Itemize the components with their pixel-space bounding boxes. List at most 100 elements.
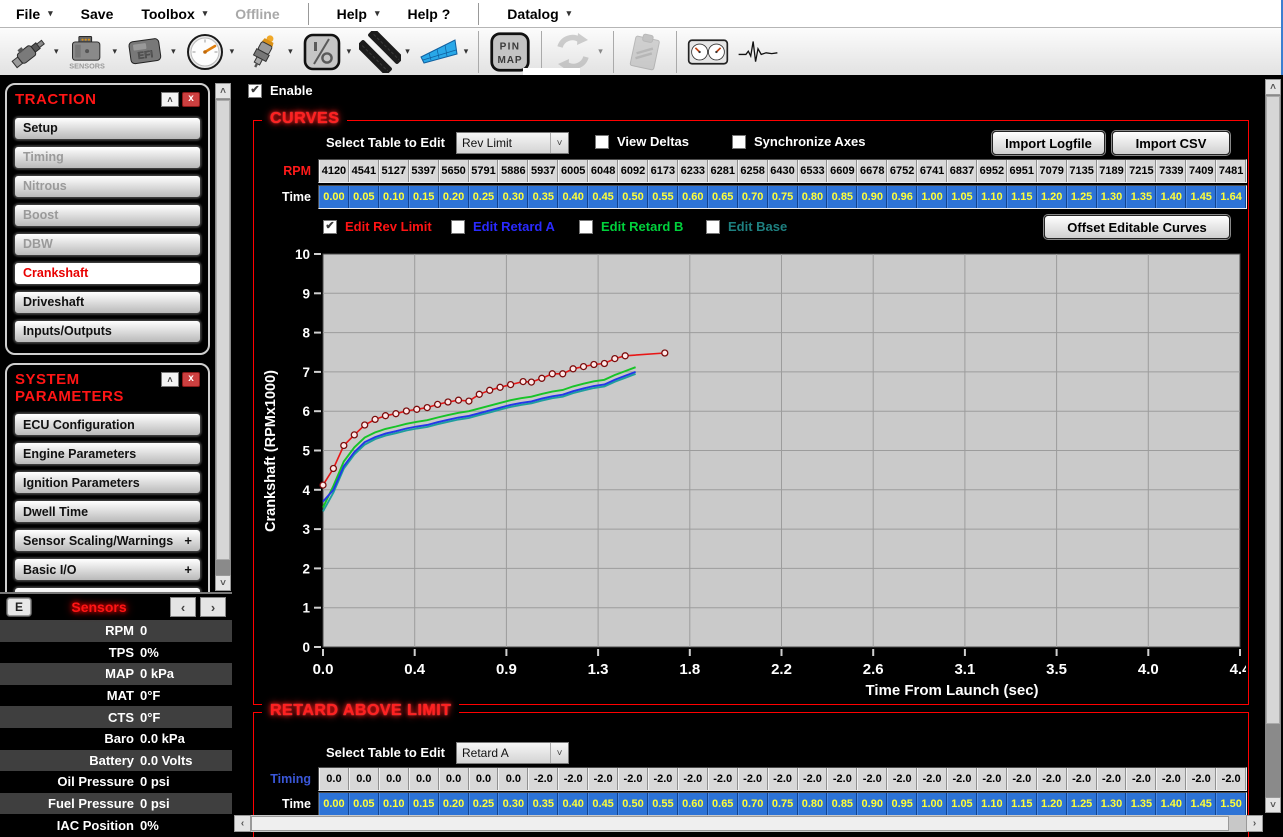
time-cell[interactable]: 1.35 bbox=[1126, 793, 1156, 815]
rpm-cell[interactable]: 6741 bbox=[917, 160, 947, 182]
sidebar-scrollbar[interactable] bbox=[215, 83, 231, 591]
timing-cell[interactable]: -2.0 bbox=[1037, 768, 1067, 790]
timing-cell[interactable]: -2.0 bbox=[1007, 768, 1037, 790]
time-cell[interactable]: 0.45 bbox=[588, 186, 618, 208]
timing-cell[interactable]: -2.0 bbox=[827, 768, 857, 790]
tire-icon[interactable] bbox=[357, 31, 403, 73]
timing-cell[interactable]: -2.0 bbox=[678, 768, 708, 790]
time-cell[interactable]: 0.65 bbox=[708, 186, 738, 208]
sidebar-item-basic-i-o[interactable]: Basic I/O+ bbox=[14, 558, 201, 581]
timing-cell[interactable]: -2.0 bbox=[857, 768, 887, 790]
rpm-cell[interactable]: 5886 bbox=[498, 160, 528, 182]
rpm-cell[interactable]: 4120 bbox=[319, 160, 349, 182]
timing-cell[interactable]: -2.0 bbox=[768, 768, 798, 790]
timing-cell[interactable]: -2.0 bbox=[1097, 768, 1127, 790]
offset-editable-curves-button[interactable]: Offset Editable Curves bbox=[1044, 215, 1230, 239]
timing-cell[interactable]: -2.0 bbox=[1126, 768, 1156, 790]
sync-icon[interactable] bbox=[550, 31, 596, 73]
time-cell[interactable]: 0.20 bbox=[439, 793, 469, 815]
time-cell[interactable]: 0.90 bbox=[857, 793, 887, 815]
close-icon[interactable] bbox=[182, 92, 200, 107]
import-csv-button[interactable]: Import CSV bbox=[1112, 131, 1230, 155]
rpm-cell[interactable]: 7339 bbox=[1156, 160, 1186, 182]
edit-toggle-edit-retard-b[interactable]: Edit Retard B bbox=[579, 219, 683, 234]
time-cell[interactable]: 0.25 bbox=[469, 793, 499, 815]
timing-cell[interactable]: 0.0 bbox=[409, 768, 439, 790]
sensors-next-button[interactable] bbox=[200, 597, 226, 617]
time-cell[interactable]: 1.15 bbox=[1007, 186, 1037, 208]
time-cell[interactable]: 1.20 bbox=[1037, 793, 1067, 815]
sensors-prev-button[interactable] bbox=[170, 597, 196, 617]
time-cell[interactable]: 0.10 bbox=[379, 186, 409, 208]
time-cell[interactable]: 0.55 bbox=[648, 793, 678, 815]
sidebar-item-driveshaft[interactable]: Driveshaft bbox=[14, 291, 201, 314]
time-cell[interactable]: 0.75 bbox=[768, 186, 798, 208]
rpm-cell[interactable]: 7215 bbox=[1126, 160, 1156, 182]
sidebar-item-setup[interactable]: Setup bbox=[14, 117, 201, 140]
sidebar-item-dwell-time[interactable]: Dwell Time bbox=[14, 500, 201, 523]
rpm-cell[interactable]: 6952 bbox=[977, 160, 1007, 182]
timing-cell[interactable]: -2.0 bbox=[947, 768, 977, 790]
rpm-cell[interactable]: 4541 bbox=[349, 160, 379, 182]
timing-cell[interactable]: 0.0 bbox=[349, 768, 379, 790]
efi-module-icon[interactable]: EFI bbox=[123, 31, 169, 73]
rpm-cell[interactable]: 5937 bbox=[528, 160, 558, 182]
time-cell[interactable]: 1.05 bbox=[947, 186, 977, 208]
rpm-cell[interactable]: 5127 bbox=[379, 160, 409, 182]
sidebar-item-ecu-configuration[interactable]: ECU Configuration bbox=[14, 413, 201, 436]
rpm-cell[interactable]: 5791 bbox=[469, 160, 499, 182]
toolbar-dropdown-arrow-icon[interactable]: ▾ bbox=[464, 46, 469, 57]
menu-item-toolbox[interactable]: Toolbox▾ bbox=[141, 6, 207, 22]
vertical-scrollbar[interactable] bbox=[1265, 79, 1281, 813]
timing-cell[interactable]: -2.0 bbox=[798, 768, 828, 790]
rpm-cell[interactable]: 6533 bbox=[798, 160, 828, 182]
scroll-down-icon[interactable] bbox=[215, 575, 231, 591]
timing-cell[interactable]: 0.0 bbox=[379, 768, 409, 790]
sidebar-item-ignition-parameters[interactable]: Ignition Parameters bbox=[14, 471, 201, 494]
import-logfile-button[interactable]: Import Logfile bbox=[992, 131, 1105, 155]
collapse-button[interactable] bbox=[161, 372, 179, 387]
time-cell[interactable]: 1.10 bbox=[977, 793, 1007, 815]
time-cell[interactable]: 0.30 bbox=[498, 793, 528, 815]
rpm-cell[interactable]: 6430 bbox=[768, 160, 798, 182]
timing-cell[interactable]: -2.0 bbox=[558, 768, 588, 790]
time-cell[interactable]: 0.40 bbox=[558, 793, 588, 815]
time-cell[interactable]: 0.50 bbox=[618, 186, 648, 208]
time-cell[interactable]: 0.05 bbox=[349, 186, 379, 208]
scroll-up-icon[interactable] bbox=[215, 83, 231, 99]
time-cell[interactable]: 0.70 bbox=[738, 793, 768, 815]
scrollbar-thumb[interactable] bbox=[1266, 96, 1280, 724]
timing-cell[interactable]: -2.0 bbox=[648, 768, 678, 790]
time-cell[interactable]: 0.00 bbox=[319, 186, 349, 208]
time-cell[interactable]: 1.25 bbox=[1067, 186, 1097, 208]
curves-table-select[interactable]: Rev Limit bbox=[456, 132, 569, 154]
time-cell[interactable]: 1.64 bbox=[1216, 186, 1246, 208]
scroll-up-icon[interactable] bbox=[1265, 79, 1281, 95]
timing-cell[interactable]: 0.0 bbox=[439, 768, 469, 790]
sidebar-item-crankshaft[interactable]: Crankshaft bbox=[14, 262, 201, 285]
time-cell[interactable]: 0.15 bbox=[409, 793, 439, 815]
time-cell[interactable]: 0.80 bbox=[798, 793, 828, 815]
rpm-cell[interactable]: 6752 bbox=[887, 160, 917, 182]
edit-toggle-edit-retard-a[interactable]: Edit Retard A bbox=[451, 219, 555, 234]
time-cell[interactable]: 0.20 bbox=[439, 186, 469, 208]
scroll-right-icon[interactable] bbox=[1246, 815, 1263, 832]
time-cell[interactable]: 0.40 bbox=[558, 186, 588, 208]
sidebar-item-engine-parameters[interactable]: Engine Parameters bbox=[14, 442, 201, 465]
gauge-icon[interactable] bbox=[182, 31, 228, 73]
rpm-cell[interactable]: 6837 bbox=[947, 160, 977, 182]
crankshaft-chart[interactable]: 0.00.40.91.31.82.22.63.13.54.04.40123456… bbox=[262, 243, 1246, 698]
edit-toggle-edit-rev-limit[interactable]: Edit Rev Limit bbox=[323, 219, 432, 234]
timing-cell[interactable]: -2.0 bbox=[917, 768, 947, 790]
timing-cell[interactable]: -2.0 bbox=[887, 768, 917, 790]
menu-item-file[interactable]: File▾ bbox=[16, 6, 53, 22]
scroll-left-icon[interactable] bbox=[234, 815, 251, 832]
time-cell[interactable]: 0.45 bbox=[588, 793, 618, 815]
checkbox-icon[interactable] bbox=[579, 220, 593, 234]
time-cell[interactable]: 1.30 bbox=[1097, 186, 1127, 208]
time-cell[interactable]: 1.20 bbox=[1037, 186, 1067, 208]
timing-cell[interactable]: -2.0 bbox=[1216, 768, 1246, 790]
timing-cell[interactable]: -2.0 bbox=[708, 768, 738, 790]
view-deltas-toggle[interactable]: View Deltas bbox=[595, 134, 689, 149]
spark-plug-icon[interactable] bbox=[240, 31, 286, 73]
